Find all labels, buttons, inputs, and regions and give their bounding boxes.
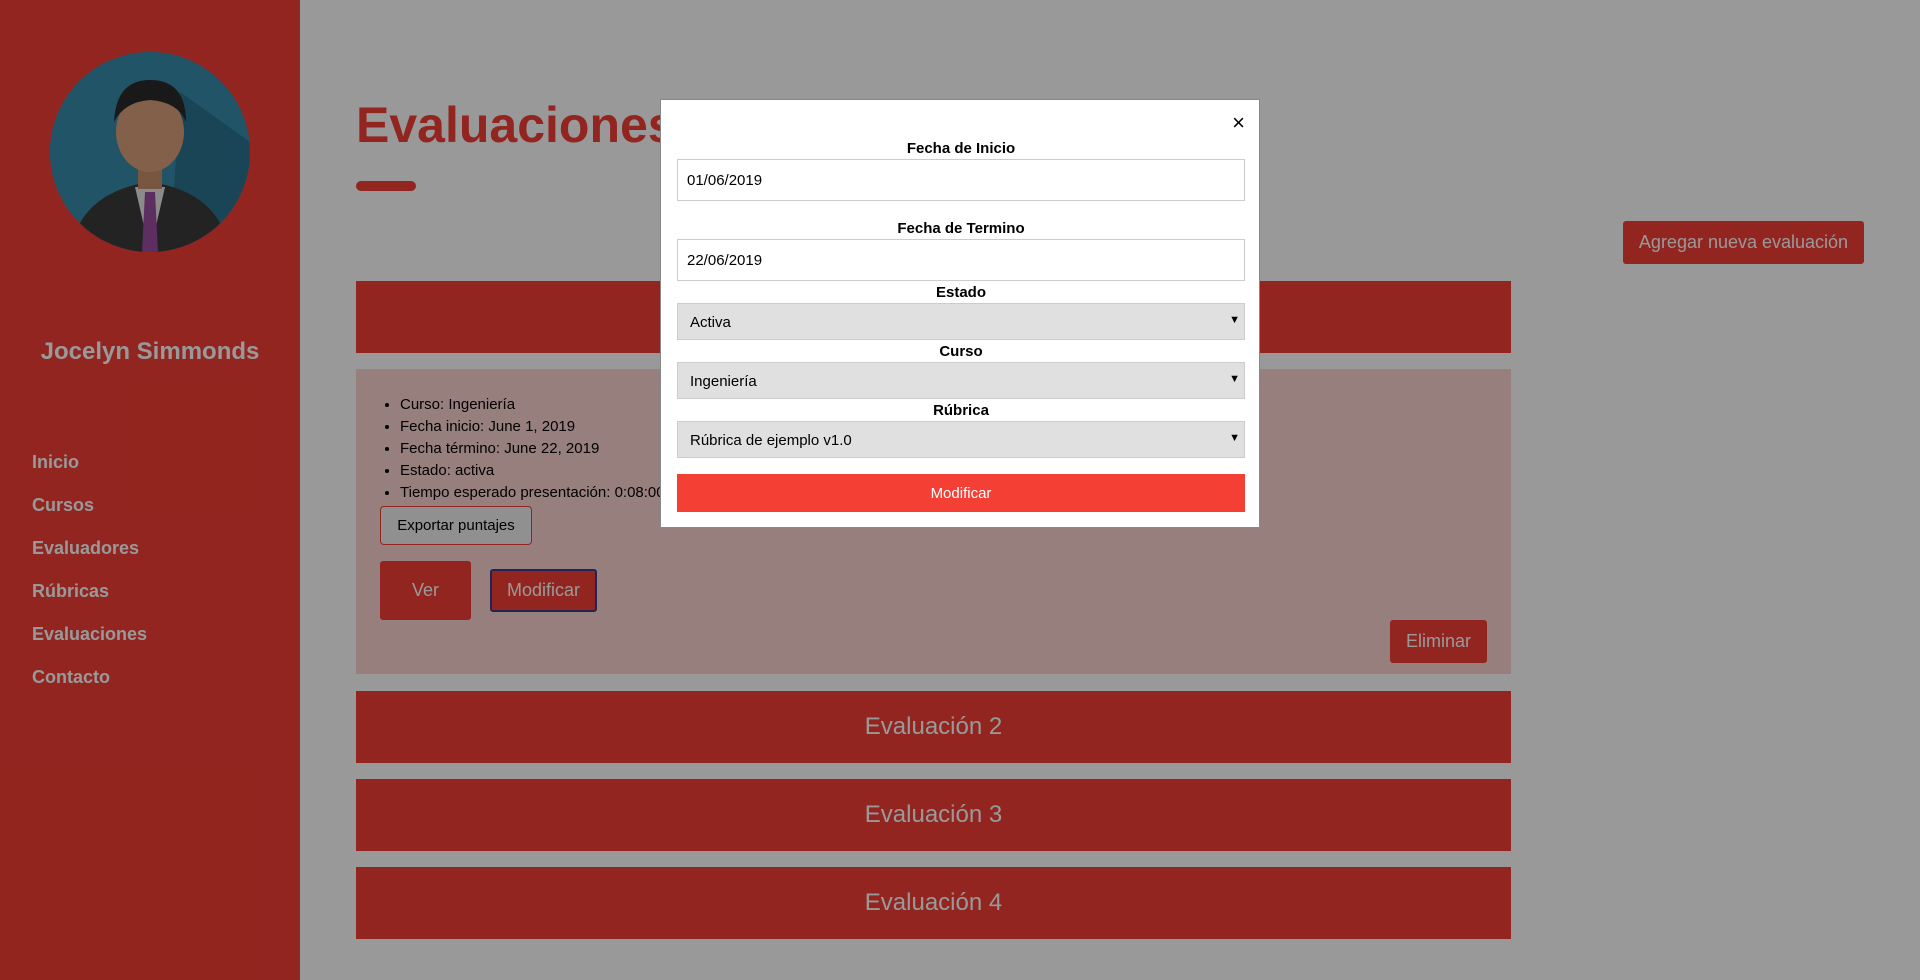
course-select[interactable]: Ingeniería ▼ bbox=[677, 362, 1245, 399]
course-select-value: Ingeniería bbox=[690, 373, 757, 390]
submit-modify-button[interactable]: Modificar bbox=[677, 474, 1245, 512]
chevron-down-icon: ▼ bbox=[1229, 373, 1240, 385]
end-date-label: Fecha de Termino bbox=[897, 220, 1025, 237]
chevron-down-icon: ▼ bbox=[1229, 432, 1240, 444]
status-label: Estado bbox=[935, 284, 986, 301]
course-label: Curso bbox=[939, 343, 983, 360]
start-date-input[interactable] bbox=[677, 159, 1245, 201]
rubric-label: Rúbrica bbox=[933, 402, 989, 419]
edit-evaluation-modal: × Fecha de Inicio Fecha de Termino Estad… bbox=[660, 99, 1260, 528]
status-select[interactable]: Activa ▼ bbox=[677, 303, 1245, 340]
status-select-value: Activa bbox=[690, 314, 731, 331]
start-date-label: Fecha de Inicio bbox=[906, 140, 1016, 157]
rubric-select[interactable]: Rúbrica de ejemplo v1.0 ▼ bbox=[677, 421, 1245, 458]
rubric-select-value: Rúbrica de ejemplo v1.0 bbox=[690, 432, 852, 449]
end-date-input[interactable] bbox=[677, 239, 1245, 281]
close-icon[interactable]: × bbox=[1232, 112, 1245, 134]
chevron-down-icon: ▼ bbox=[1229, 314, 1240, 326]
